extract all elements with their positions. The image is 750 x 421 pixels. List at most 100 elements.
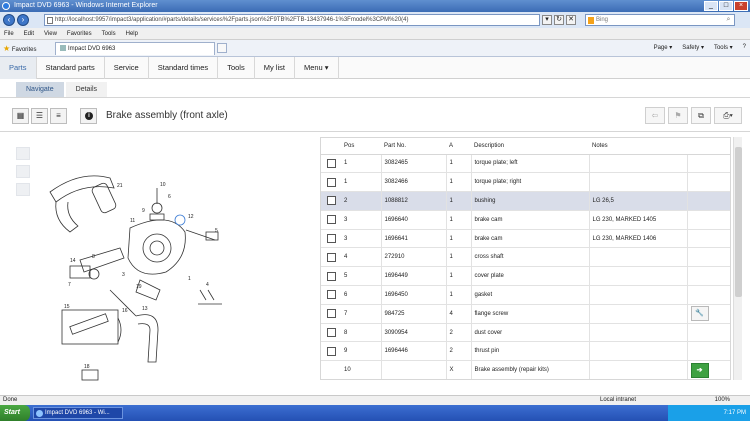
tab-my-list[interactable]: My list <box>255 57 295 79</box>
table-header-row: Pos Part No. A Description Notes <box>321 138 730 155</box>
diagram-label: 9 <box>142 208 145 214</box>
ie-logo-icon <box>2 2 10 10</box>
table-row[interactable]: 3 1696640 1 brake cam LG 230, MARKED 140… <box>321 210 730 230</box>
cell-notes: LG 230, MARKED 1406 <box>589 229 688 249</box>
cell-description: bushing <box>471 191 590 211</box>
table-row[interactable]: 4 272910 1 cross shaft <box>321 247 730 268</box>
menu-favorites[interactable]: Favorites <box>67 31 92 37</box>
table-row[interactable]: 1 3082465 1 torque plate; left <box>321 154 730 174</box>
row-checkbox[interactable] <box>327 234 336 244</box>
menu-tools[interactable]: Tools <box>102 31 116 37</box>
arrow-left-icon[interactable]: ⇦ <box>645 107 665 124</box>
cell-description: Brake assembly (repair kits) <box>471 360 590 379</box>
row-checkbox[interactable] <box>327 290 336 300</box>
tab-parts[interactable]: Parts <box>0 57 37 79</box>
back-button[interactable]: ‹ <box>3 14 15 26</box>
compat-view-button[interactable]: ▾ <box>542 15 552 25</box>
cell-a: 1 <box>446 247 472 268</box>
close-window-button[interactable]: × <box>734 1 748 11</box>
refresh-icon[interactable]: ↻ <box>554 15 564 25</box>
start-button[interactable]: Start <box>0 405 30 421</box>
cell-pos: 1 <box>341 172 382 193</box>
page-menu[interactable]: Page ▾ <box>654 44 673 51</box>
favorites-button[interactable]: ★ Favorites <box>3 44 37 53</box>
cell-part-no: 272910 <box>381 247 447 268</box>
row-checkbox[interactable] <box>327 177 336 187</box>
window-titlebar: Impact DVD 6963 - Windows Internet Explo… <box>0 0 750 12</box>
safety-menu[interactable]: Safety ▾ <box>682 44 704 51</box>
tab-tools[interactable]: Tools <box>218 57 255 79</box>
subtab-navigate[interactable]: Navigate <box>16 82 64 97</box>
table-row[interactable]: 5 1696449 1 cover plate <box>321 266 730 287</box>
diagram-label: 16 <box>122 308 128 314</box>
list-view-icon[interactable]: ☰ <box>31 108 48 124</box>
menu-bar: File Edit View Favorites Tools Help <box>0 28 750 40</box>
cell-part-no: 1088812 <box>381 191 447 211</box>
grid-view-icon[interactable]: ▦ <box>12 108 29 124</box>
copy-icon[interactable]: ⧉ <box>691 107 711 124</box>
row-checkbox[interactable] <box>327 252 336 262</box>
table-row[interactable]: 6 1696450 1 gasket <box>321 285 730 305</box>
cell-pos: 1 <box>341 154 382 174</box>
diagram-label: 3 <box>122 272 125 278</box>
row-checkbox[interactable] <box>327 215 336 225</box>
row-checkbox[interactable] <box>327 309 336 319</box>
cell-pos: 7 <box>341 304 382 324</box>
scrollbar-thumb[interactable] <box>735 147 742 297</box>
header-pos: Pos <box>341 138 381 155</box>
subtab-details[interactable]: Details <box>65 82 108 97</box>
menu-file[interactable]: File <box>4 31 14 37</box>
table-row[interactable]: 9 1696446 2 thrust pin <box>321 341 730 362</box>
tab-standard-parts[interactable]: Standard parts <box>37 57 105 79</box>
flag-icon[interactable]: ⚑ <box>668 107 688 124</box>
row-checkbox[interactable] <box>327 196 336 206</box>
tools-menu[interactable]: Tools ▾ <box>714 44 733 51</box>
search-icon[interactable]: ⌕ <box>724 16 733 24</box>
cell-description: flange screw <box>471 304 590 324</box>
exploded-parts-diagram[interactable]: 21 10 6 9 11 12 5 14 8 3 7 19 1 4 15 16 … <box>10 140 310 384</box>
row-checkbox[interactable] <box>327 271 336 281</box>
maximize-button[interactable]: □ <box>719 1 733 11</box>
row-checkbox[interactable] <box>327 346 336 356</box>
cell-notes <box>589 172 688 193</box>
print-icon[interactable]: ⎙▾ <box>714 107 742 124</box>
header-part-no: Part No. <box>381 138 446 155</box>
tab-menu[interactable]: Menu ▾ <box>295 57 339 79</box>
cell-part-no: 1696449 <box>381 266 447 287</box>
table-row[interactable]: 3 1696641 1 brake cam LG 230, MARKED 140… <box>321 229 730 249</box>
table-view-icon[interactable]: ≡ <box>50 108 67 124</box>
menu-view[interactable]: View <box>44 31 57 37</box>
table-row[interactable]: 10 X Brake assembly (repair kits) ➔ <box>321 360 730 379</box>
row-checkbox[interactable] <box>327 158 336 168</box>
row-checkbox[interactable] <box>327 328 336 338</box>
table-row[interactable]: 1 3082466 1 torque plate; right <box>321 172 730 193</box>
minimize-button[interactable]: _ <box>704 1 718 11</box>
cell-notes: LG 26,5 <box>589 191 688 211</box>
stop-icon[interactable]: ✕ <box>566 15 576 25</box>
info-button[interactable]: i <box>80 108 97 124</box>
go-arrow-button[interactable]: ➔ <box>690 362 709 378</box>
menu-help[interactable]: Help <box>126 31 138 37</box>
zoom-level[interactable]: 100% <box>715 396 730 405</box>
table-row-selected[interactable]: 2 1088812 1 bushing LG 26,5 <box>321 191 730 211</box>
cell-description: gasket <box>471 285 590 305</box>
taskbar-item[interactable]: Impact DVD 6963 - Wi... <box>33 407 123 419</box>
diagram-label: 12 <box>188 214 194 220</box>
divider <box>0 131 750 132</box>
new-tab-button[interactable] <box>217 43 227 53</box>
cell-pos: 10 <box>341 360 382 379</box>
cell-description: cover plate <box>471 266 590 287</box>
tab-service[interactable]: Service <box>105 57 149 79</box>
help-menu[interactable]: ? <box>743 44 746 51</box>
browser-tab[interactable]: Impact DVD 6963 <box>55 42 215 55</box>
table-scrollbar[interactable] <box>733 137 742 380</box>
tool-icon-button[interactable]: 🔧 <box>690 306 709 322</box>
diagram-label: 19 <box>136 284 142 290</box>
table-row[interactable]: 8 3090954 2 dust cover <box>321 323 730 343</box>
table-row[interactable]: 7 984725 4 flange screw 🔧 <box>321 304 730 324</box>
tab-standard-times[interactable]: Standard times <box>149 57 219 79</box>
forward-button[interactable]: › <box>17 14 29 26</box>
address-input[interactable]: http://localhost:9957/impact3/applicatio… <box>44 14 540 26</box>
menu-edit[interactable]: Edit <box>24 31 34 37</box>
search-input[interactable]: Bing ⌕ <box>585 14 735 26</box>
